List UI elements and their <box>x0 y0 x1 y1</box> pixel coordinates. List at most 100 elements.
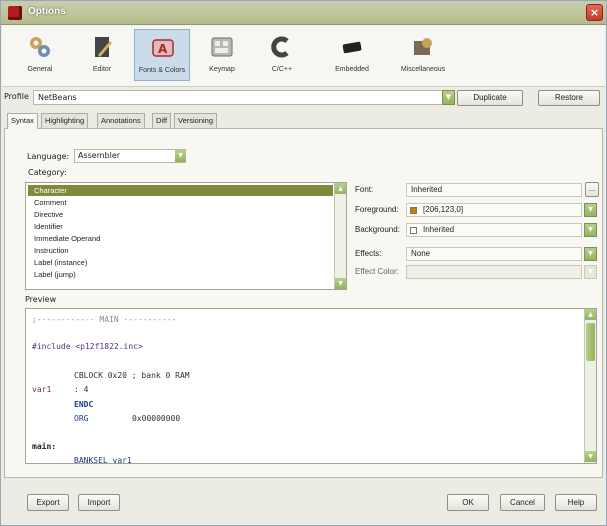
profile-label: Profile <box>4 92 29 101</box>
toolbar-c-cpp[interactable]: C/C++ <box>254 29 310 81</box>
code-line: main: <box>32 442 57 451</box>
tab-annotations[interactable]: Annotations <box>97 113 145 128</box>
effect-color-label: Effect Color: <box>355 267 399 276</box>
list-item[interactable]: Character <box>28 185 333 196</box>
list-item[interactable]: Label (jump) <box>28 269 333 280</box>
scroll-up-icon[interactable]: ▲ <box>335 183 346 194</box>
list-item[interactable]: Immediate Operand <box>28 233 333 244</box>
toolbar-label: Miscellaneous <box>400 66 446 73</box>
toolbar-label: Keymap <box>209 66 235 73</box>
category-list[interactable]: Character Comment Directive Identifier I… <box>25 182 347 290</box>
language-label: Language: <box>27 152 70 161</box>
svg-text:A: A <box>158 42 168 56</box>
toolbar-fonts-colors[interactable]: A Fonts & Colors <box>134 29 190 81</box>
netbeans-app-icon <box>8 6 22 20</box>
toolbar-miscellaneous[interactable]: Miscellaneous <box>395 29 451 81</box>
list-item[interactable]: Directive <box>28 209 333 220</box>
export-button[interactable]: Export <box>27 494 69 511</box>
window-title: Options <box>28 6 66 17</box>
toolbar-label: Embedded <box>335 66 369 73</box>
toolbar-embedded[interactable]: Embedded <box>324 29 380 81</box>
restore-button[interactable]: Restore <box>538 90 600 106</box>
code-line: #include <p12f1822.inc> <box>32 342 143 351</box>
code-line: ORG <box>74 414 89 423</box>
help-button[interactable]: Help <box>555 494 597 511</box>
profile-row: Profile NetBeans ▼ Duplicate Restore <box>2 89 605 107</box>
background-value: Inherited <box>423 225 455 234</box>
code-line: var1 <box>32 385 52 394</box>
code-line: CBLOCK 0x20 ; bank 0 RAM <box>74 371 190 380</box>
background-color-field[interactable]: Inherited <box>406 223 582 237</box>
preview-label: Preview <box>25 295 57 304</box>
foreground-value: [206,123,0] <box>423 205 464 214</box>
foreground-color-field[interactable]: [206,123,0] <box>406 203 582 217</box>
background-swatch <box>410 227 417 234</box>
font-value: Inherited <box>411 185 443 194</box>
language-value: Assembler <box>78 151 121 160</box>
chevron-down-icon[interactable]: ▼ <box>175 150 186 162</box>
toolbar-label: Fonts & Colors <box>138 67 186 74</box>
import-button[interactable]: Import <box>78 494 120 511</box>
font-label: Font: <box>355 185 374 194</box>
tab-diff[interactable]: Diff <box>152 113 172 128</box>
profile-value: NetBeans <box>38 93 77 102</box>
scrollbar-thumb[interactable] <box>586 323 595 361</box>
ok-button[interactable]: OK <box>447 494 489 511</box>
effects-select[interactable]: None <box>406 247 582 261</box>
font-chooser-button[interactable]: ... <box>585 182 599 197</box>
toolbar-label: C/C++ <box>271 66 293 73</box>
list-item[interactable]: Instruction <box>28 245 333 256</box>
code-line: 0x00000000 <box>132 414 181 423</box>
code-line: ENDC <box>74 400 94 409</box>
code-line: : 4 <box>74 385 89 394</box>
toolbar-label: Editor <box>92 66 112 73</box>
toolbar-label: General <box>27 66 53 73</box>
tab-highlighting[interactable]: Highlighting <box>41 113 89 128</box>
close-button[interactable]: × <box>586 4 603 21</box>
profile-select[interactable]: NetBeans <box>33 90 453 105</box>
fonts-colors-icon: A <box>152 39 174 57</box>
scroll-down-icon[interactable]: ▼ <box>585 451 596 462</box>
effects-value: None <box>411 249 431 258</box>
duplicate-button[interactable]: Duplicate <box>457 90 523 106</box>
preview-pane[interactable]: ;------------ MAIN ----------- #include … <box>25 308 597 464</box>
keymap-icon <box>211 37 233 57</box>
font-field[interactable]: Inherited <box>406 183 582 197</box>
foreground-label: Foreground: <box>355 205 399 214</box>
background-label: Background: <box>355 225 400 234</box>
code-line: BANKSEL var1 <box>74 456 132 464</box>
embedded-icon <box>342 41 362 54</box>
c-cpp-icon <box>271 36 289 58</box>
chevron-down-icon[interactable]: ▼ <box>442 90 455 105</box>
cancel-button[interactable]: Cancel <box>500 494 545 511</box>
list-item[interactable]: Identifier <box>28 221 333 232</box>
editor-icon <box>95 37 112 57</box>
language-select[interactable]: Assembler ▼ <box>74 149 186 163</box>
toolbar-editor[interactable]: Editor <box>74 29 130 81</box>
options-toolbar: General Editor A Fonts & Colors Keymap C… <box>2 25 605 87</box>
category-label: Category: <box>28 168 67 177</box>
chevron-down-icon[interactable]: ▼ <box>584 203 597 217</box>
toolbar-general[interactable]: General <box>12 29 68 81</box>
scroll-up-icon[interactable]: ▲ <box>585 309 596 320</box>
miscellaneous-icon <box>414 38 432 55</box>
foreground-swatch <box>410 207 417 214</box>
dialog-button-bar: Export Import OK Cancel Help <box>2 479 605 525</box>
scroll-down-icon[interactable]: ▼ <box>335 278 346 289</box>
category-scrollbar[interactable]: ▲ ▼ <box>334 183 346 289</box>
list-item[interactable]: Comment <box>28 197 333 208</box>
chevron-down-icon: ▼ <box>584 265 597 279</box>
effects-label: Effects: <box>355 249 382 258</box>
tab-syntax[interactable]: Syntax <box>7 113 38 129</box>
title-bar[interactable]: Options × <box>1 1 606 25</box>
tab-versioning[interactable]: Versioning <box>174 113 218 128</box>
effect-color-field <box>406 265 582 279</box>
general-icon <box>30 37 50 57</box>
chevron-down-icon[interactable]: ▼ <box>584 247 597 261</box>
options-window: Options × General Editor A Fonts & Color… <box>0 0 607 526</box>
chevron-down-icon[interactable]: ▼ <box>584 223 597 237</box>
toolbar-keymap[interactable]: Keymap <box>194 29 250 81</box>
code-line: ;------------ MAIN ----------- <box>32 315 177 324</box>
preview-scrollbar[interactable]: ▲ ▼ <box>584 309 596 463</box>
list-item[interactable]: Label (instance) <box>28 257 333 268</box>
